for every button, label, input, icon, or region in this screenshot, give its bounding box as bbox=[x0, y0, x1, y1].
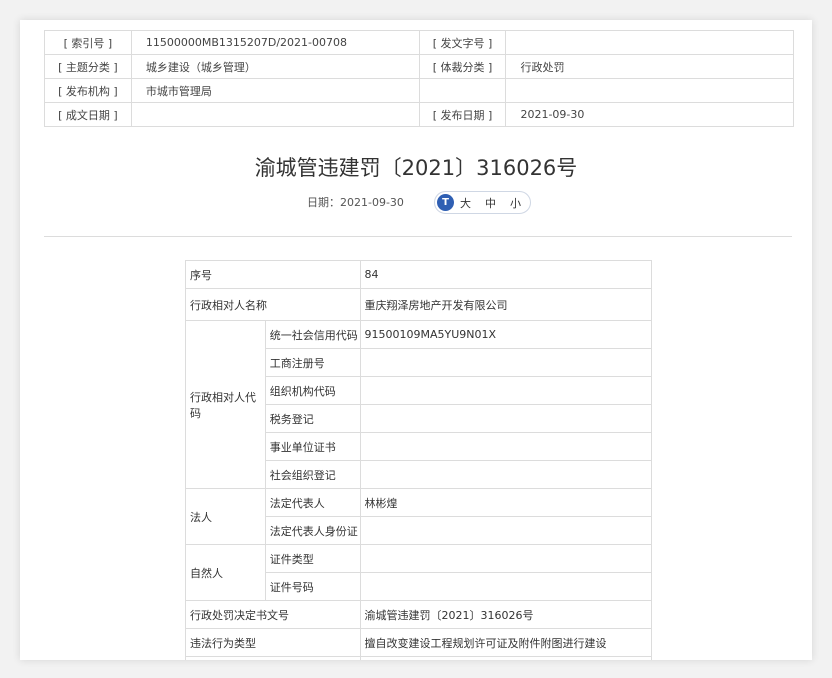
topic-label: [ 主题分类 ] bbox=[44, 54, 132, 79]
meta-row: [ 发布机构 ] 市城市管理局 bbox=[44, 78, 794, 103]
legal-rep-value: 林彬煌 bbox=[359, 488, 653, 517]
decision-number-label: 行政处罚决定书文号 bbox=[185, 600, 361, 629]
meta-empty-cell bbox=[505, 78, 794, 103]
org-code-value bbox=[359, 376, 653, 405]
legal-rep-label: 法定代表人 bbox=[264, 488, 361, 517]
business-reg-value bbox=[359, 348, 653, 377]
legal-rep-id-label: 法定代表人身份证 bbox=[264, 516, 361, 545]
font-size-control: T 大 中 小 bbox=[434, 191, 531, 214]
date-label: 日期： bbox=[307, 196, 340, 209]
publisher-value: 市城市管理局 bbox=[130, 78, 420, 103]
genre-value: 行政处罚 bbox=[505, 54, 794, 79]
institution-cert-value bbox=[359, 432, 653, 461]
metadata-table: [ 索引号 ] 11500000MB1315207D/2021-00708 [ … bbox=[44, 30, 794, 127]
created-date-value bbox=[130, 102, 420, 127]
cert-number-value bbox=[359, 572, 653, 601]
table-row: 法人 法定代表人 林彬煌 bbox=[185, 488, 653, 545]
business-reg-label: 工商注册号 bbox=[264, 348, 361, 377]
next-row-label bbox=[185, 656, 361, 660]
date-line: 日期：2021-09-30 bbox=[307, 195, 404, 211]
institution-cert-label: 事业单位证书 bbox=[264, 432, 361, 461]
table-row bbox=[185, 656, 653, 660]
index-label: [ 索引号 ] bbox=[44, 30, 132, 55]
credit-code-label: 统一社会信用代码 bbox=[264, 320, 361, 349]
org-code-label: 组织机构代码 bbox=[264, 376, 361, 405]
party-name-label: 行政相对人名称 bbox=[185, 288, 361, 321]
index-value: 11500000MB1315207D/2021-00708 bbox=[130, 30, 420, 55]
meta-empty-cell bbox=[418, 78, 507, 103]
font-size-small-button[interactable]: 小 bbox=[510, 195, 521, 211]
table-row: 行政相对人名称 重庆翔泽房地产开发有限公司 bbox=[185, 288, 653, 321]
violation-type-label: 违法行为类型 bbox=[185, 628, 361, 657]
party-name-value: 重庆翔泽房地产开发有限公司 bbox=[359, 288, 653, 321]
credit-code-value: 91500109MA5YU9N01X bbox=[359, 320, 653, 349]
font-size-icon: T bbox=[437, 194, 454, 211]
table-row: 行政处罚决定书文号 渝城管违建罚〔2021〕316026号 bbox=[185, 600, 653, 629]
divider bbox=[44, 236, 792, 237]
cert-number-label: 证件号码 bbox=[264, 572, 361, 601]
legal-rep-id-value bbox=[359, 516, 653, 545]
publisher-label: [ 发布机构 ] bbox=[44, 78, 132, 103]
published-date-value: 2021-09-30 bbox=[505, 102, 794, 127]
violation-type-value: 擅自改变建设工程规划许可证及附件附图进行建设 bbox=[359, 628, 653, 657]
document-page: [ 索引号 ] 11500000MB1315207D/2021-00708 [ … bbox=[20, 20, 812, 660]
font-size-medium-button[interactable]: 中 bbox=[485, 195, 496, 211]
table-row: 自然人 证件类型 bbox=[185, 544, 653, 601]
social-org-label: 社会组织登记 bbox=[264, 460, 361, 489]
meta-row: [ 主题分类 ] 城乡建设（城乡管理） [ 体裁分类 ] 行政处罚 bbox=[44, 54, 794, 79]
social-org-value bbox=[359, 460, 653, 489]
published-date-label: [ 发布日期 ] bbox=[418, 102, 507, 127]
tax-reg-value bbox=[359, 404, 653, 433]
date-value: 2021-09-30 bbox=[340, 196, 404, 209]
natural-person-group-label: 自然人 bbox=[185, 544, 266, 601]
cert-type-label: 证件类型 bbox=[264, 544, 361, 573]
party-code-group-label: 行政相对人代码 bbox=[185, 320, 266, 489]
table-row: 行政相对人代码 统一社会信用代码 91500109MA5YU9N01X bbox=[185, 320, 653, 489]
font-size-large-button[interactable]: 大 bbox=[460, 195, 471, 211]
doc-number-value bbox=[505, 30, 794, 55]
legal-person-group-label: 法人 bbox=[185, 488, 266, 545]
genre-label: [ 体裁分类 ] bbox=[418, 54, 507, 79]
topic-value: 城乡建设（城乡管理） bbox=[130, 54, 420, 79]
meta-row: [ 成文日期 ] [ 发布日期 ] 2021-09-30 bbox=[44, 102, 794, 127]
seq-label: 序号 bbox=[185, 260, 361, 289]
document-title: 渝城管违建罚〔2021〕316026号 bbox=[254, 156, 578, 180]
tax-reg-label: 税务登记 bbox=[264, 404, 361, 433]
seq-value: 84 bbox=[359, 260, 653, 289]
table-row: 违法行为类型 擅自改变建设工程规划许可证及附件附图进行建设 bbox=[185, 628, 653, 657]
table-row: 序号 84 bbox=[185, 260, 653, 289]
meta-row: [ 索引号 ] 11500000MB1315207D/2021-00708 [ … bbox=[44, 30, 794, 55]
cert-type-value bbox=[359, 544, 653, 573]
next-row-value bbox=[359, 656, 653, 660]
penalty-detail-table: 序号 84 行政相对人名称 重庆翔泽房地产开发有限公司 行政相对人代码 统一社会… bbox=[185, 260, 653, 660]
decision-number-value: 渝城管违建罚〔2021〕316026号 bbox=[359, 600, 653, 629]
created-date-label: [ 成文日期 ] bbox=[44, 102, 132, 127]
doc-number-label: [ 发文字号 ] bbox=[418, 30, 507, 55]
